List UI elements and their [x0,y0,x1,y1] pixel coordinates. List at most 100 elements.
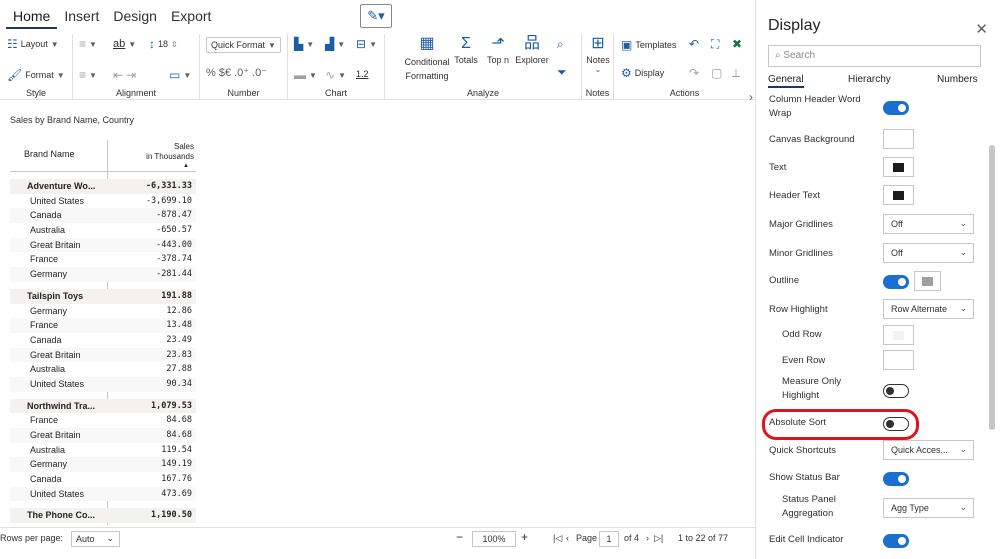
swatch-odd-row[interactable] [883,325,914,345]
sparkline-button[interactable]: ∿ ▼ [325,69,346,81]
brand-row[interactable]: Northwind Tra... 1,079.53 [10,398,196,414]
first-page-button[interactable]: |◁ [553,533,562,544]
text-wrap-button[interactable]: ab ▼ [113,38,136,50]
align-left-button[interactable]: ≡ ▼ [79,38,97,50]
tab-design[interactable]: Design [106,6,164,29]
chart-layout-button[interactable]: ⊟ ▼ [356,38,377,50]
justify-button[interactable]: ≡ ▼ [79,69,97,81]
zoom-in-button[interactable]: + [521,530,528,544]
edit-mode-button[interactable]: ✎▾ [360,4,392,28]
table-row[interactable]: France 84.68 [10,413,196,428]
border-button[interactable]: ▭ ▼ [169,69,191,81]
tab-insert[interactable]: Insert [57,6,106,29]
notes-button[interactable]: ⊞ Notes ⌄ [584,36,612,75]
bar-chart-button[interactable]: ▙ ▼ [294,38,314,50]
swatch-header-text[interactable] [883,185,914,205]
templates-button[interactable]: ▣ Templates [621,39,676,51]
last-page-button[interactable]: ▷| [654,533,663,544]
table-row[interactable]: Canada 23.49 [10,332,196,348]
number-format-buttons[interactable]: % $€ .0⁺ .0⁻ [206,66,267,80]
ribbon-scroll-right[interactable]: › [749,90,753,104]
indent-buttons[interactable]: ⇤ ⇥ [113,69,136,81]
table-row[interactable]: France 13.48 [10,318,196,333]
panel-scrollbar[interactable] [989,145,995,430]
top-n-button[interactable]: ⬏ Top n [484,36,512,66]
toggle-edit-cell-indicator[interactable] [883,534,909,548]
prop-header-text: Header Text [769,190,821,201]
toggle-outline[interactable] [883,275,909,289]
toggle-column-header-word-wrap[interactable] [883,101,909,115]
select-major-gridlines[interactable]: Off ⌄ [883,214,974,234]
conditional-formatting-button[interactable]: ▦ Conditional Formatting [392,36,462,83]
table-row[interactable]: Great Britain -443.00 [10,237,196,253]
table-row[interactable]: Germany 12.86 [10,303,196,319]
table-row[interactable]: France -378.74 [10,252,196,268]
totals-button[interactable]: Σ Totals [453,36,479,66]
table-row[interactable]: United States 473.69 [10,486,196,502]
table-row[interactable]: Canada 167.76 [10,472,196,487]
tab-export[interactable]: Export [164,6,218,29]
format-button[interactable]: 🖌 Format ▼ [7,69,65,81]
table-row[interactable]: Australia -650.57 [10,223,196,238]
font-size-control[interactable]: ↕ 18 ⇳ [149,38,178,50]
select-status-panel-aggregation[interactable]: Agg Type ⌄ [883,498,974,518]
search-button[interactable]: ⌕ [557,38,564,50]
panel-search-input[interactable]: ⌕ Search [768,45,981,67]
table-row[interactable]: Canada -878.47 [10,208,196,224]
explorer-button[interactable]: 品 Explorer [513,36,551,66]
table-row[interactable]: United States 90.34 [10,376,196,392]
column-header-brand[interactable]: Brand Name [24,149,75,159]
table-row[interactable]: Germany -281.44 [10,267,196,282]
swatch-text[interactable] [883,157,914,177]
chart-value-button[interactable]: 1.2 [356,69,369,79]
brand-row[interactable]: Tailspin Toys 191.88 [10,288,196,304]
table-row[interactable]: Great Britain 23.83 [10,347,196,363]
column-chart-button[interactable]: ▟ ▼ [325,38,345,50]
table-row[interactable]: United States -3,699.10 [10,193,196,209]
sparkbar-button[interactable]: ▬ ▼ [294,69,317,81]
layout-button[interactable]: ☷ Layout ▼ [7,38,59,50]
display-button[interactable]: ⚙ Display [621,67,664,79]
group-label-actions: Actions [669,88,700,98]
swatch-outline[interactable] [914,271,941,291]
country-name: Canada [30,210,62,221]
brand-row[interactable]: Adventure Wo... -6,331.33 [10,179,196,194]
pin-button[interactable]: ⟂ [732,67,740,79]
table-row[interactable]: Germany 149.19 [10,457,196,473]
search-icon: ⌕ [775,50,781,61]
tab-hierarchy[interactable]: Hierarchy [848,74,891,85]
select-minor-gridlines[interactable]: Off ⌄ [883,243,974,263]
sales-value: -378.74 [156,254,192,265]
swatch-even-row[interactable] [883,350,914,370]
close-icon[interactable]: ✕ [975,20,988,38]
column-header-sales[interactable]: Sales in Thousands [146,142,194,162]
table-row[interactable]: Australia 119.54 [10,442,196,458]
quick-format-dropdown[interactable]: Quick Format ▼ [206,37,281,53]
excel-export-button[interactable]: ✖ [732,38,742,50]
page-input[interactable]: 1 [599,531,619,547]
toggle-show-status-bar[interactable] [883,472,909,486]
tab-numbers[interactable]: Numbers [937,74,978,85]
tab-general[interactable]: General [768,74,804,88]
next-page-button[interactable]: › [646,533,649,543]
group-analyze: ▦ Conditional Formatting Σ Totals ⬏ Top … [385,34,582,100]
undo-button[interactable]: ↶ [689,38,699,50]
select-quick-shortcuts[interactable]: Quick Acces... ⌄ [883,440,974,460]
country-name: Canada [30,474,62,485]
tab-home[interactable]: Home [6,6,58,29]
select-row-highlight[interactable]: Row Alternate ⌄ [883,299,974,319]
table-row[interactable]: Great Britain 84.68 [10,428,196,443]
sparkbar-icon: ▬ [294,68,306,82]
prev-page-button[interactable]: ‹ [566,533,569,543]
table-row[interactable]: Australia 27.88 [10,362,196,377]
brand-row[interactable]: The Phone Co... 1,190.50 [10,508,196,524]
fullscreen-button[interactable]: ⛶ [711,38,719,50]
zoom-out-button[interactable]: − [456,530,463,544]
redo-button[interactable]: ↷ [689,67,699,79]
zoom-input[interactable]: 100% [472,531,516,547]
window-button[interactable]: ▢ [711,67,722,79]
rows-per-page-select[interactable]: Auto ⌄ [71,531,120,547]
filter-button[interactable]: ⏷ [557,66,567,78]
swatch-canvas-background[interactable] [883,129,914,149]
toggle-measure-only-highlight[interactable] [883,384,909,398]
